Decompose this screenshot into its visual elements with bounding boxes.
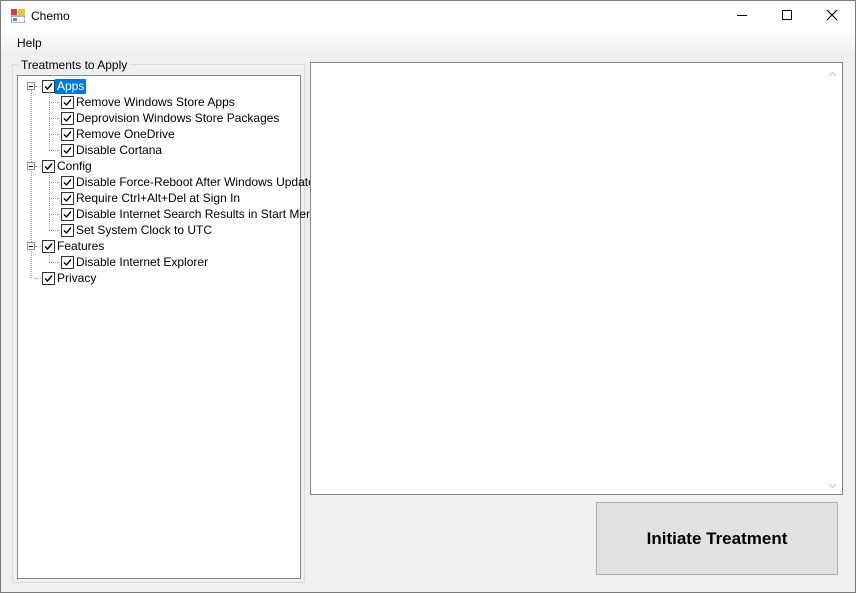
- tree-child-checkbox[interactable]: [61, 256, 74, 269]
- tree-child-label[interactable]: Disable Cortana: [74, 143, 164, 158]
- menu-help[interactable]: Help: [10, 34, 49, 52]
- tree-connector: [49, 92, 50, 150]
- chevron-down-icon: [828, 478, 837, 492]
- tree-child-checkbox[interactable]: [61, 208, 74, 221]
- tree-child-label[interactable]: Require Ctrl+Alt+Del at Sign In: [74, 191, 242, 206]
- tree-node-checkbox[interactable]: [42, 272, 55, 285]
- treatments-tree[interactable]: Apps Remove Windows Store Apps Deprovision…: [17, 75, 319, 579]
- close-icon: [826, 9, 838, 24]
- output-scrollbar[interactable]: [824, 64, 841, 493]
- tree-connector: [49, 252, 50, 262]
- close-button[interactable]: [809, 1, 854, 32]
- tree-connector: [49, 230, 60, 231]
- tree-connector: [49, 134, 60, 135]
- tree-child-label[interactable]: Remove Windows Store Apps: [74, 95, 237, 110]
- title-bar[interactable]: Chemo: [1, 1, 855, 32]
- main-window: Chemo Help Treatments to Apply Apps Remov…: [0, 0, 856, 593]
- tree-connector: [49, 214, 60, 215]
- window-title: Chemo: [31, 9, 70, 23]
- tree-expander-minus-icon[interactable]: [27, 162, 35, 170]
- tree-connector: [49, 118, 60, 119]
- tree-connector: [49, 150, 60, 151]
- tree-child-checkbox[interactable]: [61, 144, 74, 157]
- chevron-up-icon: [828, 66, 837, 80]
- tree-connector: [49, 102, 60, 103]
- scroll-down-button[interactable]: [824, 476, 841, 493]
- tree-child-label[interactable]: Disable Internet Search Results in Start…: [74, 207, 321, 222]
- tree-connector: [35, 86, 41, 87]
- tree-connector: [49, 262, 60, 263]
- tree-connector: [35, 246, 41, 247]
- tree-connector: [49, 198, 60, 199]
- tree-expander-minus-icon[interactable]: [27, 242, 35, 250]
- tree-child-checkbox[interactable]: [61, 96, 74, 109]
- tree-child-label[interactable]: Remove OneDrive: [74, 127, 177, 142]
- tree-child-checkbox[interactable]: [61, 224, 74, 237]
- output-textarea[interactable]: [310, 62, 843, 495]
- app-window-icon: [10, 9, 26, 24]
- tree-node-label[interactable]: Privacy: [55, 271, 98, 286]
- tree-child-checkbox[interactable]: [61, 128, 74, 141]
- maximize-icon: [781, 9, 793, 24]
- tree-node-label[interactable]: Config: [55, 159, 94, 174]
- tree-child-label[interactable]: Disable Force-Reboot After Windows Updat…: [74, 175, 317, 190]
- maximize-button[interactable]: [764, 1, 809, 32]
- initiate-treatment-button[interactable]: Initiate Treatment: [596, 502, 838, 575]
- menu-bar: Help: [1, 32, 855, 54]
- tree-connector: [35, 166, 41, 167]
- tree-connector: [49, 172, 50, 230]
- minimize-button[interactable]: [719, 1, 764, 32]
- tree-child-checkbox[interactable]: [61, 192, 74, 205]
- tree-child-label[interactable]: Deprovision Windows Store Packages: [74, 111, 281, 126]
- tree-child-label[interactable]: Set System Clock to UTC: [74, 223, 214, 238]
- tree-child-checkbox[interactable]: [61, 112, 74, 125]
- tree-node-label[interactable]: Features: [55, 239, 106, 254]
- tree-expander-minus-icon[interactable]: [27, 82, 35, 90]
- tree-connector: [49, 182, 60, 183]
- scroll-up-button[interactable]: [824, 64, 841, 81]
- treatments-group-label: Treatments to Apply: [18, 58, 131, 72]
- tree-connector: [35, 278, 41, 279]
- tree-child-checkbox[interactable]: [61, 176, 74, 189]
- minimize-icon: [736, 9, 748, 24]
- tree-child-label[interactable]: Disable Internet Explorer: [74, 255, 210, 270]
- tree-node-label[interactable]: Apps: [55, 79, 87, 94]
